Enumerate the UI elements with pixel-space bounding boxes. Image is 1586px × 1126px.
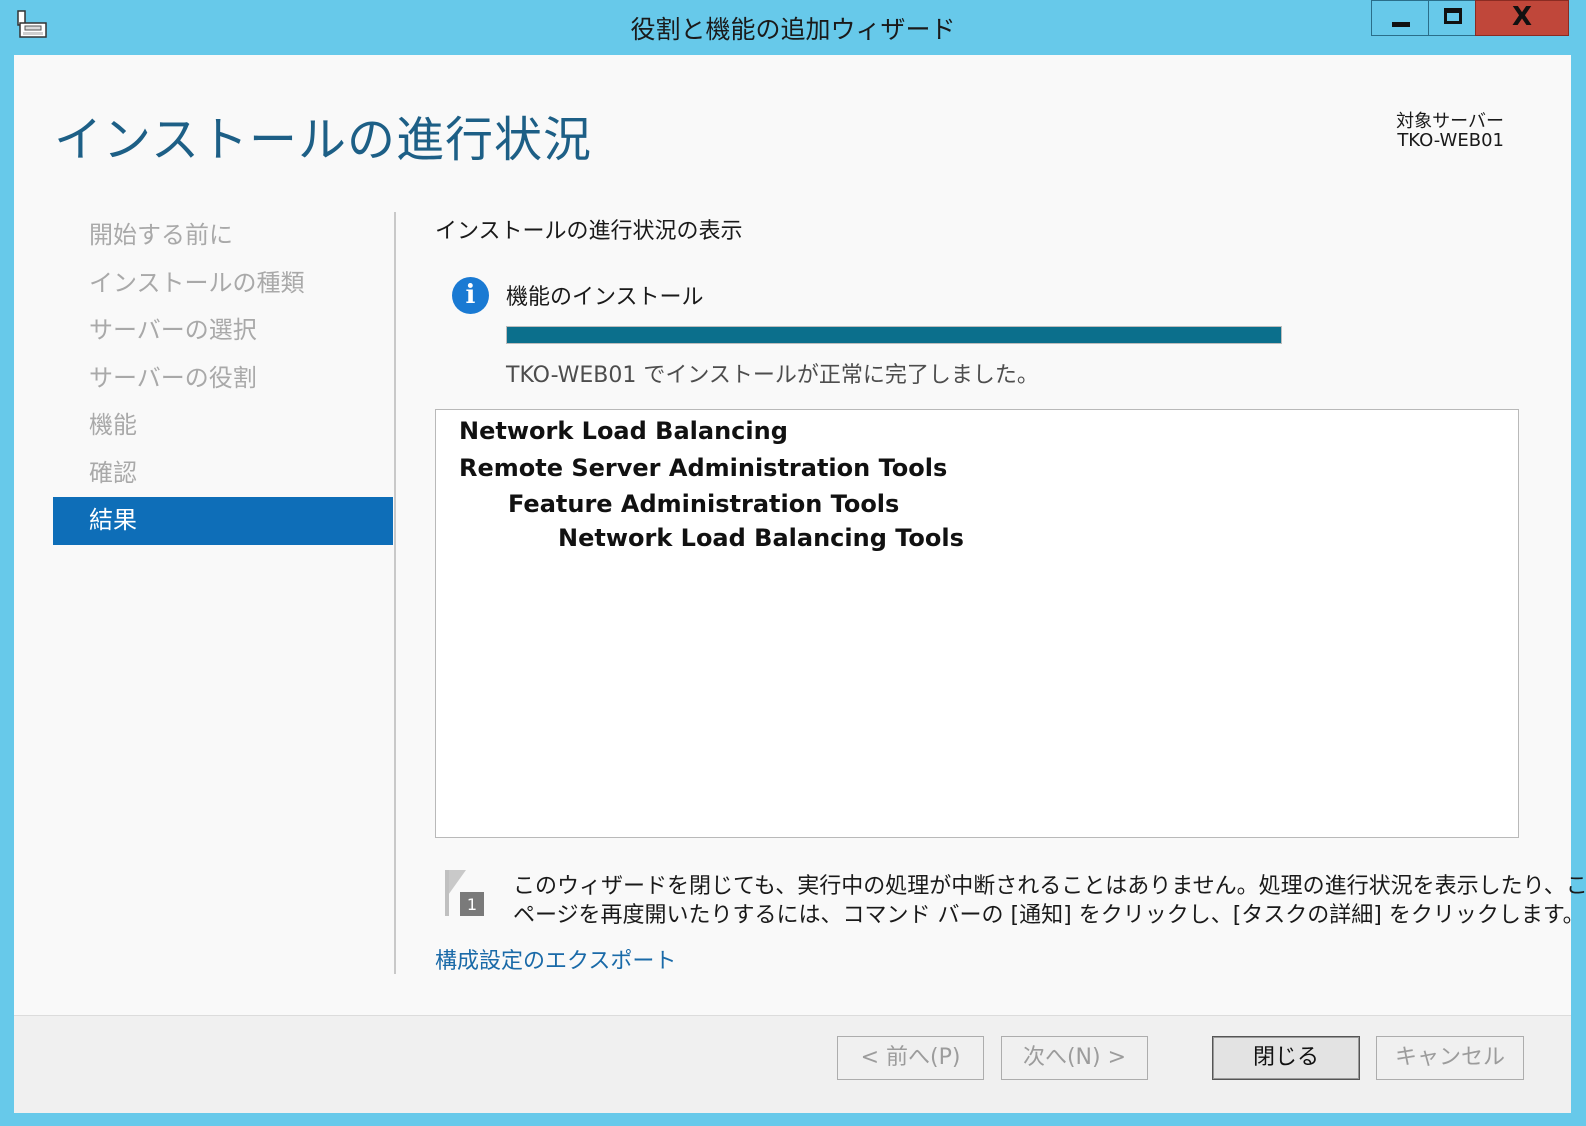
minimize-button[interactable] xyxy=(1371,0,1429,36)
installation-status-text: TKO-WEB01 でインストールが正常に完了しました。 xyxy=(506,363,1039,388)
wizard-client-area: インストールの進行状況 対象サーバー TKO-WEB01 開始する前に インスト… xyxy=(14,55,1586,1113)
progress-bar-fill xyxy=(507,327,1281,343)
nav-item-results[interactable]: 結果 xyxy=(53,497,393,545)
nav-item-before-you-begin: 開始する前に xyxy=(89,221,233,249)
minimize-icon xyxy=(1392,22,1410,27)
installed-features-list[interactable]: Network Load Balancing Remote Server Adm… xyxy=(435,409,1519,838)
close-window-button[interactable]: X xyxy=(1475,0,1569,36)
close-button[interactable]: 閉じる xyxy=(1212,1036,1360,1080)
nav-item-confirmation: 確認 xyxy=(89,458,137,487)
feature-installation-label: 機能のインストール xyxy=(506,285,704,310)
installation-progress-bar xyxy=(506,326,1282,344)
title-bar: 役割と機能の追加ウィザード X xyxy=(0,0,1586,55)
maximize-icon xyxy=(1444,8,1462,24)
list-item: Network Load Balancing Tools xyxy=(558,524,964,552)
list-item: Network Load Balancing xyxy=(459,417,788,445)
notification-flag-icon: 1 xyxy=(442,868,488,920)
wizard-nav: 開始する前に インストールの種類 サーバーの選択 サーバーの役割 機能 確認 結… xyxy=(53,212,393,545)
cancel-button[interactable]: キャンセル xyxy=(1376,1036,1524,1080)
target-server-name: TKO-WEB01 xyxy=(1397,130,1504,151)
section-title: インストールの進行状況の表示 xyxy=(435,219,743,244)
previous-button[interactable]: < 前へ(P) xyxy=(837,1036,984,1080)
list-item: Remote Server Administration Tools xyxy=(459,454,948,482)
nav-item-server-roles: サーバーの役割 xyxy=(89,363,257,392)
maximize-button[interactable] xyxy=(1428,0,1476,36)
window-title: 役割と機能の追加ウィザード xyxy=(630,15,956,44)
wizard-footer: < 前へ(P) 次へ(N) > 閉じる キャンセル xyxy=(14,1015,1571,1113)
page-title: インストールの進行状況 xyxy=(54,112,593,168)
export-configuration-link[interactable]: 構成設定のエクスポート xyxy=(435,943,676,975)
next-button[interactable]: 次へ(N) > xyxy=(1001,1036,1148,1080)
list-item: Feature Administration Tools xyxy=(508,490,900,518)
nav-item-installation-type: インストールの種類 xyxy=(89,268,305,297)
note-text-line: このウィザードを閉じても、実行中の処理が中断されることはありません。処理の進行状… xyxy=(513,874,1586,899)
nav-divider xyxy=(394,212,396,974)
info-icon: i xyxy=(452,277,489,314)
note-text-line: ページを再度開いたりするには、コマンド バーの [通知] をクリックし、[タスク… xyxy=(513,903,1585,928)
nav-item-features: 機能 xyxy=(89,411,137,439)
close-icon: X xyxy=(1511,2,1533,32)
svg-text:1: 1 xyxy=(467,895,477,914)
nav-item-server-selection: サーバーの選択 xyxy=(89,316,257,344)
